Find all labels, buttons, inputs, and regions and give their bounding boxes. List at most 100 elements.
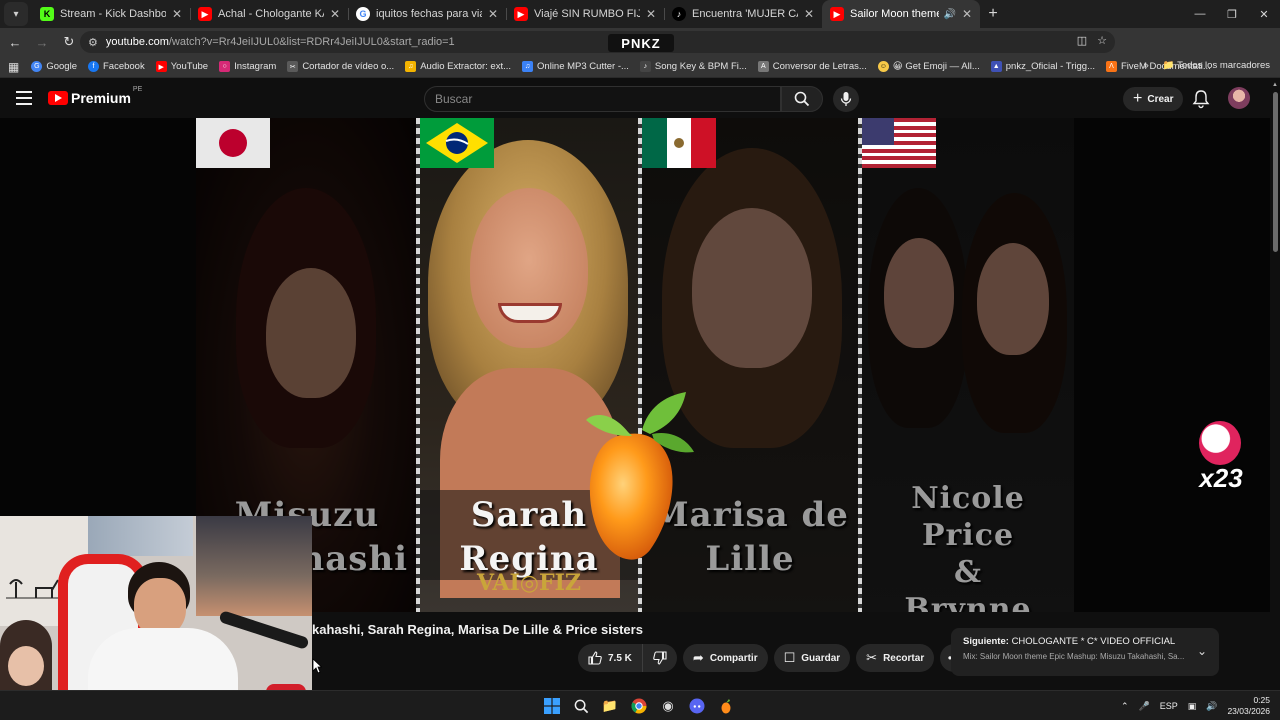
bookmark-item[interactable]: G Google [31,61,77,72]
emoji-icon: ☺ [877,61,889,72]
tab-close-icon[interactable]: ✕ [962,7,972,21]
taskbar-clock[interactable]: 0:25 23/03/2026 [1227,695,1270,717]
usa-flag-icon [862,118,936,168]
tab-close-icon[interactable]: ✕ [488,7,498,21]
voice-search-button[interactable] [833,86,859,112]
youtube-icon: ▶ [514,7,528,21]
up-next-title: CHOLOGANTE * C* VIDEO OFFICIAL [1011,636,1176,647]
reload-icon[interactable]: ↻ [57,30,81,54]
browser-tab[interactable]: K Stream - Kick Dashboard ✕ [32,0,190,28]
close-window-icon[interactable]: ✕ [1248,0,1280,28]
back-icon[interactable]: ← [3,30,27,54]
search-icon[interactable] [570,695,592,717]
bookmark-icon: ☐ [783,650,796,665]
obs-icon[interactable]: ◉ [657,695,679,717]
tab-search-icon[interactable]: ▾ [4,2,28,26]
new-tab-button[interactable]: + [980,0,1006,28]
folder-label: Todos los marcadores [1177,60,1270,71]
browser-tab[interactable]: ▶ Achal - Chologante KARAOKE ( ✕ [190,0,348,28]
speaker-icon[interactable]: 🔊 [943,9,955,20]
network-icon[interactable]: ▣ [1188,701,1197,712]
notifications-bell-icon[interactable] [1192,89,1210,109]
clock-time: 0:25 [1253,695,1270,705]
fivem-icon: Λ [1106,61,1117,72]
up-next-card[interactable]: Siguiente: CHOLOGANTE * C* VIDEO OFFICIA… [951,628,1219,676]
bookmark-item[interactable]: ♪ Song Key & BPM Fi... [639,61,747,72]
clip-button[interactable]: ✂ Recortar [856,644,935,672]
tab-title: Sailor Moon theme Epic Ma [850,8,940,20]
bookmarks-right: » 📁 Todos los marcadores [1143,60,1270,71]
bookmark-star-icon[interactable]: ☆ [1097,34,1107,47]
youtube-logo[interactable]: Premium PE [48,86,142,106]
bookmark-item[interactable]: ✂ Cortador de vídeo o... [287,61,394,72]
thumbs-down-icon [653,651,667,665]
scroll-up-icon[interactable]: ▲ [1272,82,1278,88]
browser-tab-active[interactable]: ▶ Sailor Moon theme Epic Ma 🔊 ✕ [822,0,980,28]
site-info-icon[interactable]: ⚙ [88,36,98,49]
apps-grid-icon[interactable]: ▦ [8,60,19,74]
bookmark-item[interactable]: ♫ Audio Extractor: ext... [405,61,511,72]
show-hidden-icons-icon[interactable]: ⌃ [1121,701,1129,712]
more-bookmarks-icon[interactable]: » [1143,60,1148,71]
tab-title: Achal - Chologante KARAOKE ( [218,8,324,20]
browser-tab[interactable]: G iquitos fechas para viajar - Busc ✕ [348,0,506,28]
windows-start-icon[interactable] [541,695,563,717]
discord-icon[interactable] [686,695,708,717]
bookmark-label: Audio Extractor: ext... [420,61,512,72]
url-text: youtube.com/watch?v=Rr4JeiIJUL0&list=RDR… [106,36,455,48]
search-button[interactable] [781,86,823,112]
minimize-icon[interactable]: — [1184,0,1216,28]
chevron-down-icon[interactable]: ⌄ [1197,644,1207,658]
tab-title: Encuentra 'MUJER CANTA ORA [692,8,798,20]
windows-taskbar: 📁 ◉ ⌃ 🎤 ESP ▣ 🔊 0:25 23/03/2026 [0,690,1280,720]
bookmark-item[interactable]: f Facebook [87,61,145,72]
singer-name: Nicole Price&Brynne Price [862,480,1074,612]
window-area [196,516,312,616]
save-button[interactable]: ☐ Guardar [773,644,851,672]
logo-region: PE [132,86,143,93]
bookmark-item[interactable]: ▲ pnkz_Oficial - Trigg... [990,61,1095,72]
like-button[interactable]: 7.5 K [578,644,643,672]
share-button[interactable]: ➦ Compartir [682,644,768,672]
thumbs-up-icon [588,651,602,665]
file-explorer-icon[interactable]: 📁 [599,695,621,717]
mp3-cutter-icon: ♫ [522,61,534,72]
chrome-icon[interactable] [628,695,650,717]
language-indicator[interactable]: ESP [1160,701,1178,711]
bookmarks-bar: ▦ G Google f Facebook ▶ YouTube ○ Instagram … [0,56,1280,78]
tab-close-icon[interactable]: ✕ [330,7,340,21]
avatar[interactable] [1228,87,1250,109]
bookmark-item[interactable]: A Conversor de Letras... [757,61,867,72]
folder-icon: 📁 [1162,60,1175,71]
tab-title: Viajé SIN RUMBO FIJO al Coraz [534,8,640,20]
dislike-button[interactable] [643,644,677,672]
page-scrollbar[interactable]: ▲ [1270,80,1280,690]
install-app-icon[interactable]: ◫ [1077,34,1087,47]
browser-tab[interactable]: ♪ Encuentra 'MUJER CANTA ORA ✕ [664,0,822,28]
vai-fiz-watermark: VAI◎FIZ [477,570,581,596]
scrollbar-thumb[interactable] [1273,92,1278,252]
bookmark-item[interactable]: ☺ 😀 Get Emoji — All... [877,61,980,72]
bookmark-item[interactable]: ♫ Online MP3 Cutter -... [522,61,629,72]
plus-icon: + [1133,90,1143,107]
address-bar[interactable]: ⚙ youtube.com/watch?v=Rr4JeiIJUL0&list=R… [80,31,1115,53]
fl-studio-icon[interactable] [715,695,737,717]
tab-close-icon[interactable]: ✕ [646,7,656,21]
search-input[interactable]: Buscar [424,86,781,112]
create-button[interactable]: + Crear [1123,87,1184,111]
browser-tab[interactable]: ▶ Viajé SIN RUMBO FIJO al Coraz ✕ [506,0,664,28]
bookmark-item[interactable]: ▶ YouTube [155,61,208,72]
forward-icon[interactable]: → [30,30,54,54]
menu-icon[interactable] [16,91,32,105]
mouse-cursor-icon [312,658,322,674]
heart-icon [1199,421,1241,465]
all-bookmarks-folder[interactable]: 📁 Todos los marcadores [1163,60,1270,71]
volume-icon[interactable]: 🔊 [1206,701,1217,712]
bookmark-item[interactable]: ○ Instagram [219,61,276,72]
google-icon: G [31,61,43,72]
microphone-tray-icon[interactable]: 🎤 [1138,701,1149,712]
restore-icon[interactable]: ❐ [1216,0,1248,28]
tab-close-icon[interactable]: ✕ [804,7,814,21]
music-note-icon: ♪ [639,61,651,72]
tab-close-icon[interactable]: ✕ [172,7,182,21]
